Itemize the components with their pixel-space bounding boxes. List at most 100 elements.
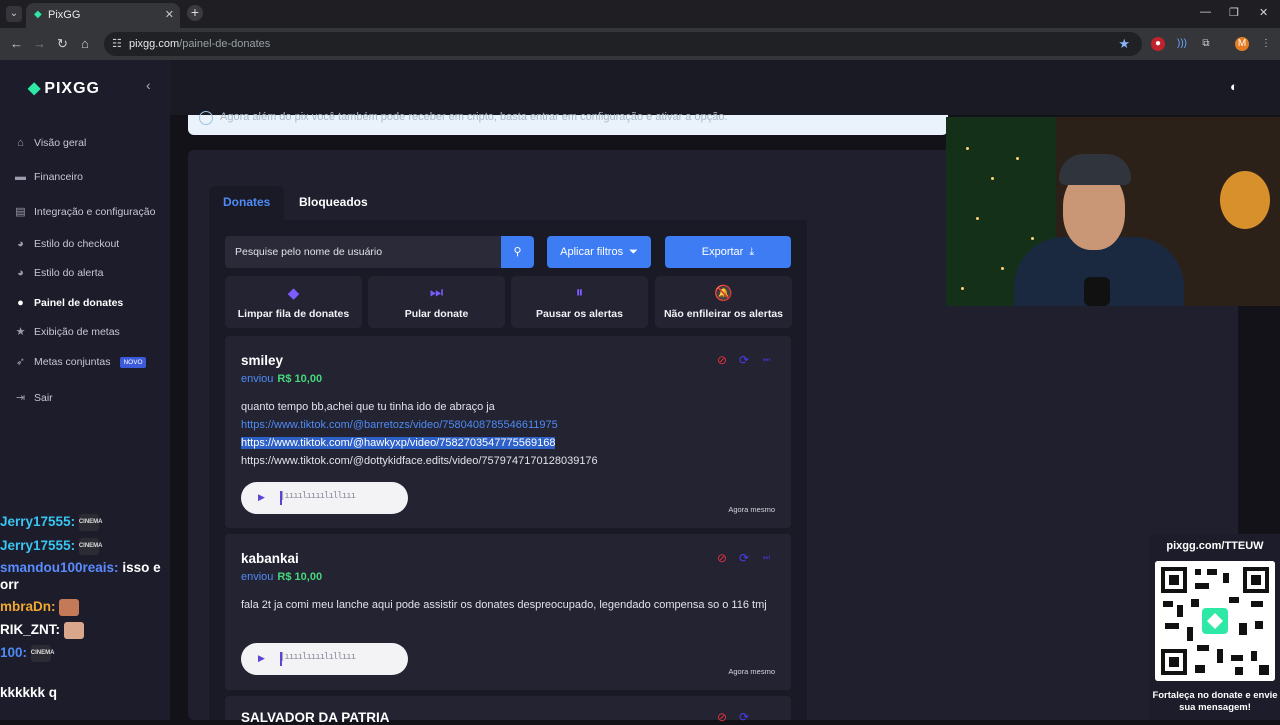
window-close-icon[interactable]: ✕	[1259, 6, 1268, 19]
donor-name: smiley	[241, 353, 284, 368]
replay-icon[interactable]: ⟳	[739, 551, 749, 565]
playhead[interactable]	[280, 652, 282, 666]
home-icon: ⌂	[17, 136, 24, 149]
pixgg-logo[interactable]: ◆ PIXGG	[28, 78, 100, 98]
browser-menu-icon[interactable]: ⋮	[1259, 37, 1273, 51]
back-icon[interactable]: ←	[10, 36, 23, 51]
audio-player[interactable]: ▶ |ıııılıııılıllııı	[241, 643, 408, 675]
audio-player[interactable]: ▶ |ıııılıııılıllııı	[241, 482, 408, 514]
sidebar-item-exibicao-metas[interactable]: ★ Exibição de metas	[14, 323, 120, 341]
sidebar-item-visao-geral[interactable]: ⌂ Visão geral	[14, 134, 86, 152]
clear-queue-button[interactable]: ◆ Limpar fila de donates	[225, 276, 362, 328]
browser-toolbar: ← → ↻ ⌂ ☷ pixgg.com/painel-de-donates ★ …	[0, 28, 1280, 60]
skip-icon[interactable]: ⏭	[763, 355, 770, 365]
chat-message: kkkkkk q	[0, 685, 58, 700]
app-header	[170, 60, 1280, 115]
tab-title: PixGG	[48, 9, 81, 21]
new-tab-button[interactable]: +	[187, 5, 203, 21]
timestamp: Agora mesmo	[728, 667, 775, 676]
tab-close-icon[interactable]: ✕	[165, 8, 174, 21]
message-link[interactable]: https://www.tiktok.com/@barretozs/video/…	[241, 419, 558, 431]
face-emote-icon	[59, 599, 80, 616]
url-text: pixgg.com/painel-de-donates	[129, 38, 271, 50]
donate-amount-line: enviou R$ 10,00	[241, 571, 323, 583]
chat-message: orr	[0, 577, 19, 592]
qr-caption: Fortaleça no donate e envie sua mensagem…	[1152, 690, 1278, 713]
download-icon: ⤓	[749, 246, 755, 258]
cinema-emote-icon: CINEMA	[30, 645, 54, 662]
pause-icon: ⏸	[575, 284, 584, 301]
tab-donates[interactable]: Donates	[209, 186, 285, 220]
waveform: |ıııılıııılıllııı	[280, 491, 356, 501]
minimize-icon[interactable]: —	[1200, 6, 1211, 18]
donate-message: quanto tempo bb,achei que tu tinha ido d…	[241, 398, 781, 470]
apply-filters-button[interactable]: Aplicar filtros ⏷	[547, 236, 651, 268]
sidebar-item-painel-donates[interactable]: ● Painel de donates	[14, 294, 123, 312]
search-button[interactable]: ⚲	[501, 236, 534, 268]
donate-card: SALVADOR DA PATRIA ⊘ ⟳	[225, 696, 791, 725]
donate-card: smiley enviou R$ 10,00 ⊘ ⟳ ⏭ quanto tempo…	[225, 336, 791, 528]
extensions-puzzle-icon[interactable]: ⧉	[1199, 37, 1213, 51]
chat-message: mbraDn:	[0, 599, 80, 616]
skip-donate-button[interactable]: ⏭ Pular donate	[368, 276, 505, 328]
new-badge: NOVO	[120, 356, 146, 368]
tab-bar: Donates Bloqueados	[209, 186, 791, 220]
profile-avatar[interactable]: M	[1235, 37, 1249, 51]
play-icon[interactable]: ▶	[258, 492, 265, 503]
reload-icon[interactable]: ↻	[57, 36, 68, 52]
home-icon[interactable]: ⌂	[81, 36, 89, 51]
sidebar-item-estilo-alerta[interactable]: ◕ Estilo do alerta	[14, 264, 103, 282]
forward-icon[interactable]: →	[33, 36, 46, 51]
sidebar-item-integracao[interactable]: ▤ Integração e configuração	[14, 203, 155, 221]
waveform: |ıııılıııılıllııı	[280, 652, 356, 662]
export-button[interactable]: Exportar ⤓	[665, 236, 791, 268]
block-icon[interactable]: ⊘	[717, 710, 727, 724]
pixgg-logo-icon: ◆	[28, 80, 42, 97]
restore-icon[interactable]: ❐	[1229, 6, 1239, 19]
user-icon: ●	[17, 296, 24, 309]
message-link[interactable]: https://www.tiktok.com/@hawkyxp/video/75…	[241, 437, 556, 449]
donate-message: fala 2t ja comi meu lanche aqui pode ass…	[241, 599, 767, 611]
block-icon[interactable]: ⊘	[717, 353, 727, 367]
rocket-icon: ➶	[15, 355, 26, 368]
sidebar-item-financeiro[interactable]: ▬ Financeiro	[14, 168, 83, 186]
theme-toggle-icon[interactable]: ◐	[1230, 79, 1238, 94]
skip-icon[interactable]: ⏭	[763, 553, 770, 563]
hand-emote-icon	[63, 622, 84, 639]
browser-tab-bar: ⌄ ◆ PixGG ✕ + — ❐ ✕	[0, 0, 1280, 28]
palette-icon: ◕	[17, 237, 24, 250]
webcam-overlay	[946, 117, 1280, 306]
donor-name: kabankai	[241, 551, 299, 566]
tab-search-button[interactable]: ⌄	[6, 6, 22, 22]
bookmark-star-icon[interactable]: ★	[1118, 36, 1130, 52]
extension-audio-icon[interactable]: )))	[1175, 37, 1189, 51]
block-icon[interactable]: ⊘	[717, 551, 727, 565]
chat-message: Jerry17555: CINEMA	[0, 538, 103, 555]
collapse-sidebar-icon[interactable]: ‹	[146, 77, 151, 93]
pixgg-favicon-icon: ◆	[34, 9, 42, 20]
browser-tab[interactable]: ◆ PixGG ✕	[26, 3, 180, 28]
eraser-icon: ◆	[287, 285, 300, 302]
sidebar-item-estilo-checkout[interactable]: ◕ Estilo do checkout	[14, 235, 119, 253]
star-icon: ★	[15, 325, 26, 338]
sidebar-item-sair[interactable]: ⇥ Sair	[14, 389, 53, 407]
wallet-icon: ▬	[15, 170, 26, 183]
no-queue-alerts-button[interactable]: 🔕 Não enfileirar os alertas	[655, 276, 792, 328]
pause-alerts-button[interactable]: ⏸ Pausar os alertas	[511, 276, 648, 328]
play-icon[interactable]: ▶	[258, 653, 265, 664]
timestamp: Agora mesmo	[728, 505, 775, 514]
microphone	[1084, 277, 1110, 306]
sidebar-item-metas-conjuntas[interactable]: ➶ Metas conjuntas NOVO	[14, 353, 146, 371]
playhead[interactable]	[280, 491, 282, 505]
lamp	[1220, 171, 1270, 229]
search-input[interactable]: Pesquise pelo nome de usuário	[225, 236, 501, 268]
donate-amount-line: enviou R$ 10,00	[241, 373, 323, 385]
qr-code	[1155, 561, 1275, 681]
replay-icon[interactable]: ⟳	[739, 353, 749, 367]
replay-icon[interactable]: ⟳	[739, 710, 749, 724]
address-bar[interactable]: ☷ pixgg.com/painel-de-donates ★	[104, 32, 1142, 56]
logout-icon: ⇥	[15, 391, 26, 404]
extension-red-icon[interactable]: ●	[1151, 37, 1165, 51]
tab-bloqueados[interactable]: Bloqueados	[285, 186, 382, 220]
site-info-icon[interactable]: ☷	[112, 37, 122, 50]
